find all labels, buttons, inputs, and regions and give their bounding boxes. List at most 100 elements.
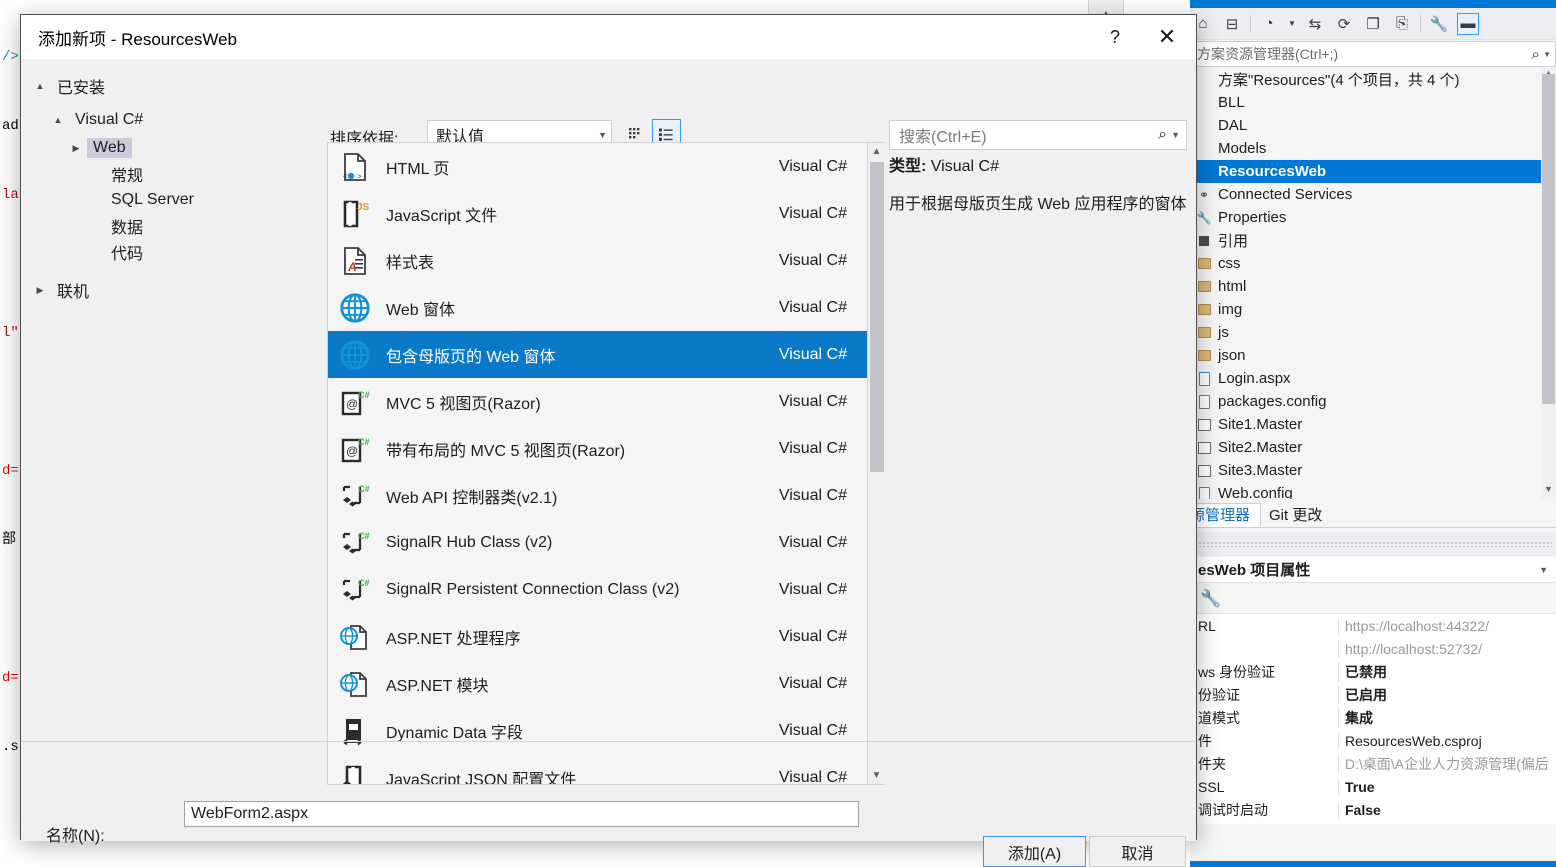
add-button[interactable]: 添加(A) — [983, 836, 1086, 867]
template-list-item[interactable]: Dynamic Data 字段 Visual C# — [328, 707, 867, 754]
property-row[interactable]: 份验证 已启用 — [1190, 683, 1556, 706]
property-row[interactable]: 件 ResourcesWeb.csproj — [1190, 729, 1556, 752]
property-row[interactable]: SSL True — [1190, 775, 1556, 798]
property-row[interactable]: http://localhost:52732/ — [1190, 637, 1556, 660]
scrollbar-thumb[interactable] — [870, 162, 884, 472]
template-list-item[interactable]: C# SignalR Persistent Connection Class (v… — [328, 566, 867, 613]
template-list-item[interactable]: @ C# 带有布局的 MVC 5 视图页(Razor) Visual C# — [328, 425, 867, 472]
collapsed-arrow-icon[interactable]: ▶ — [29, 285, 51, 296]
solution-tree-item[interactable]: Web.config — [1190, 482, 1556, 499]
close-button[interactable]: ✕ — [1138, 15, 1196, 59]
cancel-button[interactable]: 取消 — [1089, 836, 1186, 867]
wrench-icon[interactable]: 🔧 — [1200, 589, 1221, 609]
scrollbar-thumb[interactable] — [1542, 74, 1555, 404]
properties-grid[interactable]: RL https://localhost:44322/http://localho… — [1190, 614, 1556, 824]
solution-tree-item[interactable]: 🔧 Properties — [1190, 206, 1556, 229]
solution-tree-item-label: Properties — [1218, 209, 1287, 226]
sync-icon[interactable]: ⇆ — [1304, 13, 1326, 35]
property-row[interactable]: RL https://localhost:44322/ — [1190, 614, 1556, 637]
solution-tree-item[interactable]: Site1.Master — [1190, 413, 1556, 436]
search-icon[interactable]: ⌕ — [1158, 126, 1167, 144]
solution-tree-item-label: Site3.Master — [1218, 462, 1303, 479]
category-tree-item[interactable]: 代码 — [21, 239, 326, 265]
svg-text:@: @ — [346, 397, 358, 411]
solution-tree-item[interactable]: json — [1190, 344, 1556, 367]
help-button[interactable]: ? — [1092, 15, 1138, 59]
refresh-icon[interactable]: ⟳ — [1333, 13, 1355, 35]
folder-icon — [1196, 325, 1212, 341]
property-value: http://localhost:52732/ — [1338, 640, 1556, 657]
solution-tree-item[interactable]: ⚭ Connected Services — [1190, 183, 1556, 206]
category-tree-item[interactable]: SQL Server — [21, 187, 326, 213]
csharp-class-icon: C# — [336, 528, 374, 558]
expanded-arrow-icon[interactable]: ▲ — [29, 81, 51, 91]
template-list-item[interactable]: Web 窗体 Visual C# — [328, 284, 867, 331]
template-list-item[interactable]: < > HTML 页 Visual C# — [328, 143, 867, 190]
template-list-item[interactable]: A 样式表 Visual C# — [328, 237, 867, 284]
drag-grip[interactable] — [1198, 541, 1552, 547]
property-row[interactable]: 调试时启动 False — [1190, 798, 1556, 821]
collapse-icon[interactable]: ▬ — [1457, 12, 1479, 35]
solution-tree-item[interactable]: css — [1190, 252, 1556, 275]
solution-tree-item[interactable]: ResourcesWeb — [1190, 160, 1556, 183]
properties-wrench-icon[interactable]: 🔧 — [1428, 13, 1450, 35]
solution-explorer-tab[interactable]: Git 更改 — [1261, 503, 1332, 527]
solution-tree-item[interactable]: Login.aspx — [1190, 367, 1556, 390]
solution-tree-item[interactable]: BLL — [1190, 91, 1556, 114]
category-tree-item[interactable]: ▶ Web — [21, 135, 326, 161]
solution-explorer-scrollbar[interactable]: ▲ ▼ — [1541, 68, 1556, 499]
template-list-item[interactable]: @ C# MVC 5 视图页(Razor) Visual C# — [328, 378, 867, 425]
template-list[interactable]: < > HTML 页 Visual C# JS JavaScript 文件 Visual C… — [327, 142, 868, 785]
property-row[interactable]: ws 身份验证 已禁用 — [1190, 660, 1556, 683]
solution-tree-item[interactable]: img — [1190, 298, 1556, 321]
template-list-item[interactable]: JavaScript JSON 配置文件 Visual C# — [328, 754, 867, 785]
chevron-down-icon[interactable]: ▼ — [1543, 50, 1551, 59]
property-row[interactable]: 道模式 集成 — [1190, 706, 1556, 729]
solution-tree-item[interactable]: js — [1190, 321, 1556, 344]
solution-tree-item[interactable]: Site3.Master — [1190, 459, 1556, 482]
category-tree-item[interactable]: ▶ 联机 — [21, 277, 326, 303]
expanded-arrow-icon[interactable]: ▲ — [47, 115, 69, 125]
template-list-item[interactable]: C# Web API 控制器类(v2.1) Visual C# — [328, 472, 867, 519]
property-row[interactable]: 件夹 D:\桌面\A企业人力资源管理(偏后 — [1190, 752, 1556, 775]
name-input[interactable]: WebForm2.aspx — [184, 801, 859, 827]
copy-icon[interactable]: ⎘ — [1391, 13, 1413, 35]
solution-explorer-search-input[interactable]: 方案资源管理器(Ctrl+;) ⌕ ▼ — [1190, 41, 1556, 67]
category-tree-item[interactable]: ▲ Visual C# — [21, 107, 326, 133]
scroll-up-arrow-icon[interactable]: ▲ — [868, 143, 885, 160]
template-list-item[interactable]: ASP.NET 处理程序 Visual C# — [328, 613, 867, 660]
solution-tree-item[interactable]: Site2.Master — [1190, 436, 1556, 459]
show-all-files-icon[interactable]: ❐ — [1362, 13, 1384, 35]
chevron-down-icon[interactable]: ▼ — [598, 130, 607, 140]
scroll-down-arrow-icon[interactable]: ▼ — [1541, 484, 1556, 499]
chevron-down-icon[interactable]: ▼ — [1539, 565, 1548, 575]
folder-glyph — [1197, 304, 1211, 315]
category-tree-item[interactable]: ▲ 已安装 — [21, 73, 326, 99]
collapsed-arrow-icon[interactable]: ▶ — [65, 143, 87, 154]
solution-tree-item[interactable]: 引用 — [1190, 229, 1556, 252]
chevron-down-icon[interactable]: ▼ — [1171, 130, 1180, 140]
template-list-item[interactable]: C# SignalR Hub Class (v2) Visual C# — [328, 519, 867, 566]
template-language: Visual C# — [778, 768, 847, 785]
category-tree-item[interactable]: 常规 — [21, 161, 326, 187]
pending-changes-icon[interactable]: ◔ — [1258, 13, 1280, 35]
solution-explorer-tree[interactable]: 方案"Resources"(4 个项目，共 4 个) BLL DAL Models Re… — [1190, 68, 1556, 499]
chevron-down-icon[interactable]: ▼ — [1287, 13, 1297, 35]
solution-tree-item[interactable]: packages.config — [1190, 390, 1556, 413]
template-list-scrollbar[interactable]: ▲ ▼ — [868, 142, 885, 785]
search-icon[interactable]: ⌕ — [1532, 46, 1540, 63]
category-tree[interactable]: ▲ 已安装 ▲ Visual C# ▶ Web 常规 SQL Server 数据 代码 ▶ 联机 — [21, 59, 326, 741]
solution-tree-item[interactable]: html — [1190, 275, 1556, 298]
template-list-item[interactable]: ASP.NET 模块 Visual C# — [328, 660, 867, 707]
collapse-all-icon[interactable]: ⊟ — [1221, 13, 1243, 35]
category-tree-item[interactable]: 数据 — [21, 213, 326, 239]
template-description: 用于根据母版页生成 Web 应用程序的窗体 — [889, 196, 1187, 213]
solution-tree-item[interactable]: DAL — [1190, 114, 1556, 137]
solution-explorer-tab-strip[interactable]: 资源管理器 Git 更改 — [1166, 502, 1556, 528]
template-list-item[interactable]: 包含母版页的 Web 窗体 Visual C# — [328, 331, 867, 378]
scroll-down-arrow-icon[interactable]: ▼ — [868, 767, 885, 784]
template-list-item[interactable]: JS JavaScript 文件 Visual C# — [328, 190, 867, 237]
template-search-input[interactable]: 搜索(Ctrl+E) ⌕ ▼ — [889, 120, 1187, 150]
solution-tree-item[interactable]: 方案"Resources"(4 个项目，共 4 个) — [1190, 68, 1556, 91]
solution-tree-item[interactable]: Models — [1190, 137, 1556, 160]
